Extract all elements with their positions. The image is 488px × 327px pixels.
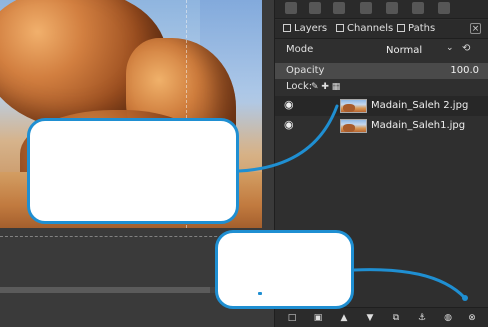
mask-layer-icon[interactable]: ◍ <box>442 312 454 324</box>
opacity-value[interactable]: 100.0 <box>450 63 479 79</box>
layers-icon <box>283 24 291 32</box>
close-icon[interactable]: × <box>470 23 481 34</box>
callout-box-toolbar <box>215 230 354 309</box>
tab-layers-label: Layers <box>294 23 328 34</box>
toolbar-button-6[interactable] <box>412 2 424 14</box>
layer-name-2[interactable]: Madain_Saleh1.jpg <box>371 118 465 134</box>
toolbar-button-7[interactable] <box>438 2 450 14</box>
opacity-label: Opacity <box>286 65 325 76</box>
tab-layers[interactable]: Layers <box>283 20 327 38</box>
tab-channels[interactable]: Channels <box>336 20 393 38</box>
new-layer-icon[interactable]: □ <box>286 312 298 324</box>
canvas-scrollbar-thumb[interactable] <box>0 287 210 293</box>
toolbar-button-1[interactable] <box>285 2 297 14</box>
layer-thumbnail-2[interactable] <box>340 119 367 133</box>
toolbar-button-3[interactable] <box>333 2 345 14</box>
tab-channels-label: Channels <box>347 23 394 34</box>
lock-label: Lock: <box>286 81 313 92</box>
lock-icons[interactable]: ✎ ✚ ▦ <box>311 80 340 94</box>
layer-thumbnail-1[interactable] <box>340 99 367 113</box>
dock-tabs: Layers Channels Paths × <box>275 20 488 39</box>
opacity-row[interactable]: Opacity 100.0 <box>275 63 488 79</box>
panel-top-toolbar <box>275 0 488 19</box>
toolbar-button-4[interactable] <box>360 2 372 14</box>
callout-marker <box>258 292 262 295</box>
layer-name-1[interactable]: Madain_Saleh 2.jpg <box>371 98 468 114</box>
application-window: Layers Channels Paths × Mode Normal ⌄ ⟲ … <box>0 0 488 327</box>
anchor-layer-icon[interactable]: ⚓ <box>416 312 428 324</box>
eye-icon[interactable]: ◉ <box>284 99 298 110</box>
lower-layer-icon[interactable]: ▼ <box>364 312 376 324</box>
tab-paths[interactable]: Paths <box>397 20 435 38</box>
delete-layer-icon[interactable]: ⊗ <box>466 312 478 324</box>
tab-paths-label: Paths <box>408 23 436 34</box>
mode-label: Mode <box>286 44 314 55</box>
paths-icon <box>397 24 405 32</box>
layer-row-2[interactable]: ◉ Madain_Saleh1.jpg <box>275 116 488 136</box>
reset-icon[interactable]: ⟲ <box>462 43 470 54</box>
callout-box-layer <box>27 118 239 224</box>
raise-layer-icon[interactable]: ▲ <box>338 312 350 324</box>
channels-icon <box>336 24 344 32</box>
eye-icon[interactable]: ◉ <box>284 119 298 130</box>
group-layer-icon[interactable]: ▣ <box>312 312 324 324</box>
chevron-down-icon[interactable]: ⌄ <box>446 43 454 53</box>
duplicate-layer-icon[interactable]: ⧉ <box>390 312 402 324</box>
layers-bottom-toolbar: □ ▣ ▲ ▼ ⧉ ⚓ ◍ ⊗ <box>275 307 488 327</box>
toolbar-button-5[interactable] <box>386 2 398 14</box>
lock-row: Lock: ✎ ✚ ▦ <box>275 80 488 94</box>
mode-row: Mode Normal ⌄ ⟲ <box>275 42 488 60</box>
toolbar-button-2[interactable] <box>309 2 321 14</box>
layer-row-1[interactable]: ◉ Madain_Saleh 2.jpg <box>275 96 488 116</box>
